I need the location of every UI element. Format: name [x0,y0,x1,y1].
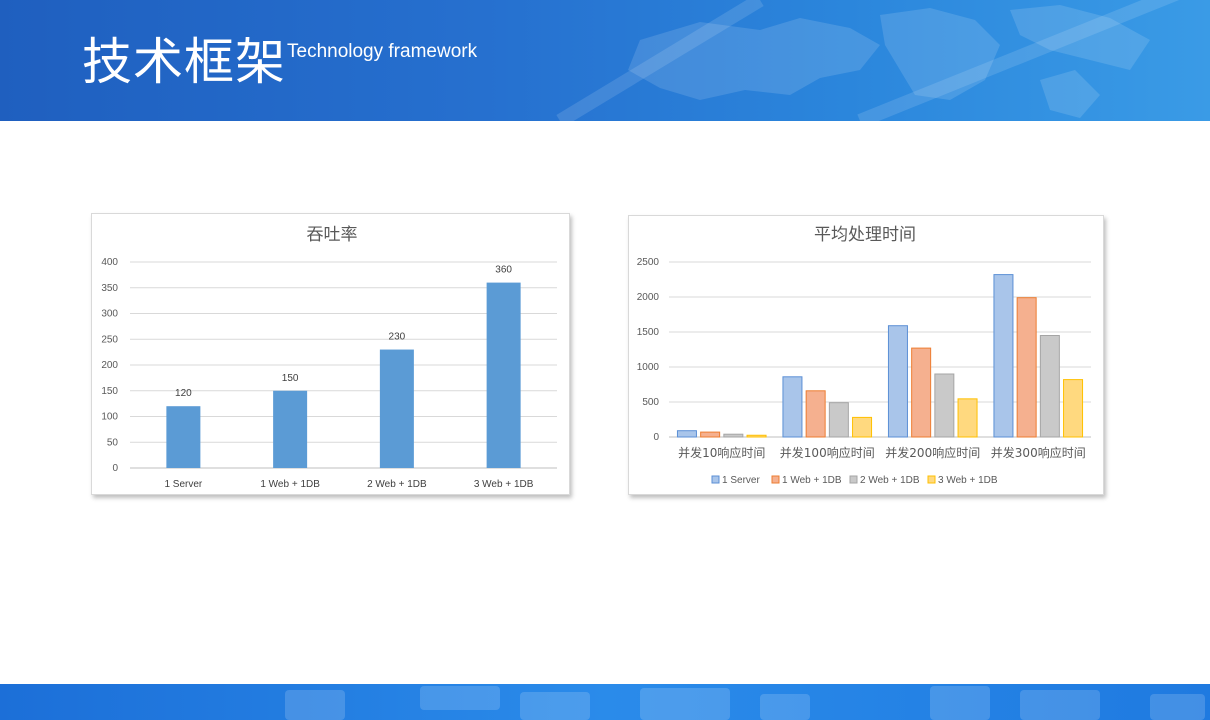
bar [166,406,201,468]
y-tick-label: 350 [101,283,118,294]
bar [1063,379,1084,438]
y-tick-label: 300 [101,309,118,320]
data-label: 360 [495,265,512,276]
y-tick-label: 0 [653,432,659,443]
x-tick-label: 并发300响应时间 [991,445,1086,460]
throughput-chart-svg: 吞吐率 0 50 100 150 200 250 300 350 400 120 1 Server 1… [101,225,557,490]
data-label: 120 [175,388,192,399]
bar [993,274,1014,438]
y-tick-label: 200 [101,360,118,371]
legend-label: 1 Web + 1DB [782,475,842,486]
avg-processing-time-chart: 平均处理时间 0 500 1000 1500 2000 2500 并发10响应时间 并发100… [628,215,1104,495]
bar [486,282,521,468]
x-tick-label: 1 Web + 1DB [260,479,320,490]
bar [723,433,744,438]
y-tick-label: 1000 [637,362,660,373]
y-tick-label: 50 [107,437,119,448]
bar [782,376,803,438]
data-label: 230 [389,332,406,343]
bar [746,434,767,438]
y-tick-label: 150 [101,386,118,397]
x-tick-label: 3 Web + 1DB [474,479,534,490]
legend-label: 1 Server [722,475,760,486]
y-tick-label: 2500 [637,257,660,268]
x-tick-label: 并发200响应时间 [885,445,980,460]
bar [934,373,955,438]
y-tick-label: 500 [642,397,659,408]
x-tick-label: 并发10响应时间 [678,445,765,460]
throughput-chart: 吞吐率 0 50 100 150 200 250 300 350 400 120 1 Server 1… [91,213,570,495]
x-tick-label: 1 Server [164,479,202,490]
y-tick-label: 250 [101,334,118,345]
bar [805,390,826,438]
legend-swatch [927,475,936,484]
legend-swatch [849,475,858,484]
y-tick-label: 1500 [637,327,660,338]
chart-title: 平均处理时间 [814,225,916,245]
y-tick-label: 100 [101,412,118,423]
bar [852,416,873,438]
x-tick-label: 2 Web + 1DB [367,479,427,490]
page-title: 技术框架 [82,33,286,91]
bar [828,402,849,438]
y-tick-label: 0 [112,463,118,474]
bar [1039,335,1060,438]
legend-label: 2 Web + 1DB [860,475,920,486]
bar [700,431,721,438]
y-tick-label: 400 [101,257,118,268]
page-footer [0,684,1210,720]
bar [911,347,932,438]
page-header: 技术框架 Technology framework [0,0,1210,121]
footer-decoration [285,686,1205,720]
bar [273,390,308,468]
legend-swatch [711,475,720,484]
x-tick-label: 并发100响应时间 [780,445,875,460]
bar [887,325,908,438]
chart-title: 吞吐率 [307,225,358,245]
bar [957,398,978,438]
y-tick-label: 2000 [637,292,660,303]
legend-swatch [771,475,780,484]
bar [676,430,697,438]
bar [379,349,414,468]
data-label: 150 [282,373,299,384]
page-subtitle: Technology framework [287,41,478,62]
legend-label: 3 Web + 1DB [938,475,998,486]
avg-processing-time-chart-svg: 平均处理时间 0 500 1000 1500 2000 2500 并发10响应时间 并发100… [637,225,1091,486]
bar [1016,297,1037,438]
